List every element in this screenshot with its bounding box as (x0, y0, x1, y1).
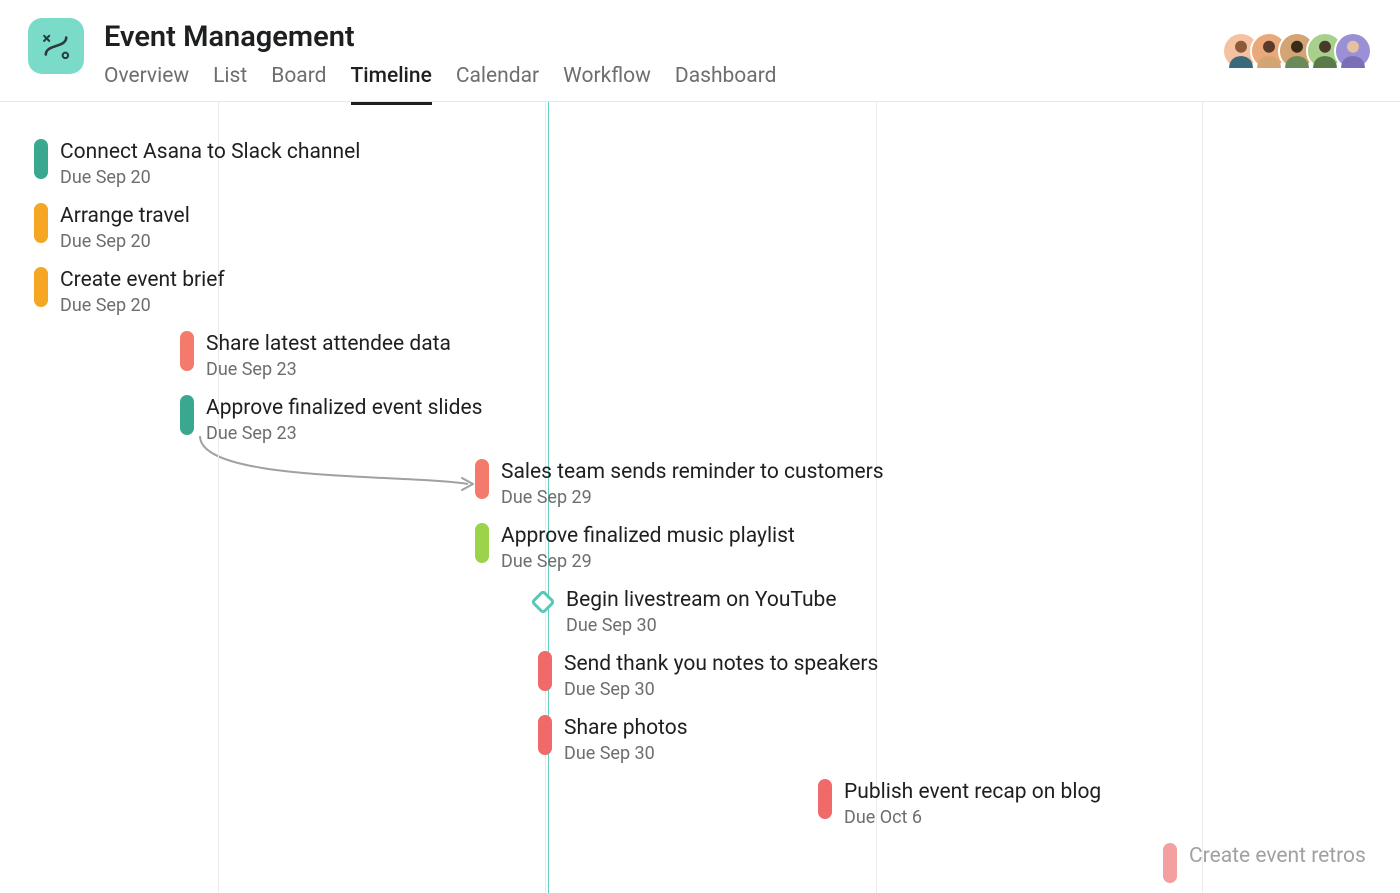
task-text: Share photosDue Sep 30 (564, 715, 688, 764)
task-text: Create event retros (1189, 843, 1366, 869)
tab-board[interactable]: Board (271, 64, 326, 105)
task-due: Due Sep 29 (501, 487, 884, 508)
milestone-icon (530, 589, 555, 614)
tab-dashboard[interactable]: Dashboard (675, 64, 777, 105)
project-icon (28, 18, 84, 74)
task-text: Sales team sends reminder to customersDu… (501, 459, 884, 508)
task-title: Approve finalized event slides (206, 395, 482, 421)
task-pill (1163, 843, 1177, 883)
task-due: Due Sep 29 (501, 551, 795, 572)
task-pill (180, 331, 194, 371)
project-header: Event Management Overview List Board Tim… (0, 0, 1400, 102)
timeline-task[interactable]: Connect Asana to Slack channelDue Sep 20 (34, 139, 360, 188)
task-title: Connect Asana to Slack channel (60, 139, 360, 165)
task-title: Begin livestream on YouTube (566, 587, 836, 613)
task-due: Due Sep 23 (206, 423, 482, 444)
task-due: Due Sep 30 (566, 615, 836, 636)
task-text: Create event briefDue Sep 20 (60, 267, 225, 316)
task-due: Due Sep 30 (564, 743, 688, 764)
gridline (1202, 102, 1203, 893)
task-title: Share latest attendee data (206, 331, 451, 357)
timeline-canvas[interactable]: Connect Asana to Slack channelDue Sep 20… (0, 102, 1400, 893)
task-pill (34, 203, 48, 243)
tab-overview[interactable]: Overview (104, 64, 189, 105)
task-title: Send thank you notes to speakers (564, 651, 878, 677)
task-text: Send thank you notes to speakersDue Sep … (564, 651, 878, 700)
task-text: Approve finalized event slidesDue Sep 23 (206, 395, 482, 444)
task-pill (538, 715, 552, 755)
task-pill (180, 395, 194, 435)
member-avatars (1232, 32, 1372, 70)
task-due: Due Sep 23 (206, 359, 451, 380)
task-title: Create event brief (60, 267, 225, 293)
task-text: Connect Asana to Slack channelDue Sep 20 (60, 139, 360, 188)
timeline-task[interactable]: Share latest attendee dataDue Sep 23 (180, 331, 451, 380)
timeline-task[interactable]: Create event retros (1163, 843, 1366, 883)
tab-timeline[interactable]: Timeline (351, 64, 432, 105)
task-pill (475, 459, 489, 499)
task-due: Due Sep 20 (60, 295, 225, 316)
project-title: Event Management (104, 20, 1372, 54)
timeline-task[interactable]: Sales team sends reminder to customersDu… (475, 459, 884, 508)
tab-workflow[interactable]: Workflow (563, 64, 651, 105)
task-title: Publish event recap on blog (844, 779, 1101, 805)
task-text: Arrange travelDue Sep 20 (60, 203, 190, 252)
timeline-task[interactable]: Arrange travelDue Sep 20 (34, 203, 190, 252)
task-due: Due Sep 30 (564, 679, 878, 700)
gridline (218, 102, 219, 893)
task-pill (475, 523, 489, 563)
task-due: Due Sep 20 (60, 167, 360, 188)
task-text: Share latest attendee dataDue Sep 23 (206, 331, 451, 380)
task-pill (818, 779, 832, 819)
task-title: Sales team sends reminder to customers (501, 459, 884, 485)
task-pill (34, 139, 48, 179)
task-due: Due Sep 20 (60, 231, 190, 252)
task-pill (34, 267, 48, 307)
timeline-task[interactable]: Send thank you notes to speakersDue Sep … (538, 651, 878, 700)
route-icon (39, 29, 73, 63)
task-due: Due Oct 6 (844, 807, 1101, 828)
tab-calendar[interactable]: Calendar (456, 64, 539, 105)
task-title: Arrange travel (60, 203, 190, 229)
timeline-task[interactable]: Create event briefDue Sep 20 (34, 267, 225, 316)
task-pill (538, 651, 552, 691)
tab-list[interactable]: List (213, 64, 247, 105)
timeline-task[interactable]: Share photosDue Sep 30 (538, 715, 688, 764)
timeline-task[interactable]: Begin livestream on YouTubeDue Sep 30 (534, 587, 836, 636)
task-text: Approve finalized music playlistDue Sep … (501, 523, 795, 572)
task-title: Create event retros (1189, 843, 1366, 869)
task-text: Publish event recap on blogDue Oct 6 (844, 779, 1101, 828)
task-title: Share photos (564, 715, 688, 741)
timeline-task[interactable]: Approve finalized music playlistDue Sep … (475, 523, 795, 572)
header-main: Event Management Overview List Board Tim… (104, 18, 1372, 105)
task-title: Approve finalized music playlist (501, 523, 795, 549)
timeline-task[interactable]: Approve finalized event slidesDue Sep 23 (180, 395, 482, 444)
tabs: Overview List Board Timeline Calendar Wo… (104, 64, 1372, 105)
avatar[interactable] (1334, 32, 1372, 70)
timeline-task[interactable]: Publish event recap on blogDue Oct 6 (818, 779, 1101, 828)
task-text: Begin livestream on YouTubeDue Sep 30 (566, 587, 836, 636)
